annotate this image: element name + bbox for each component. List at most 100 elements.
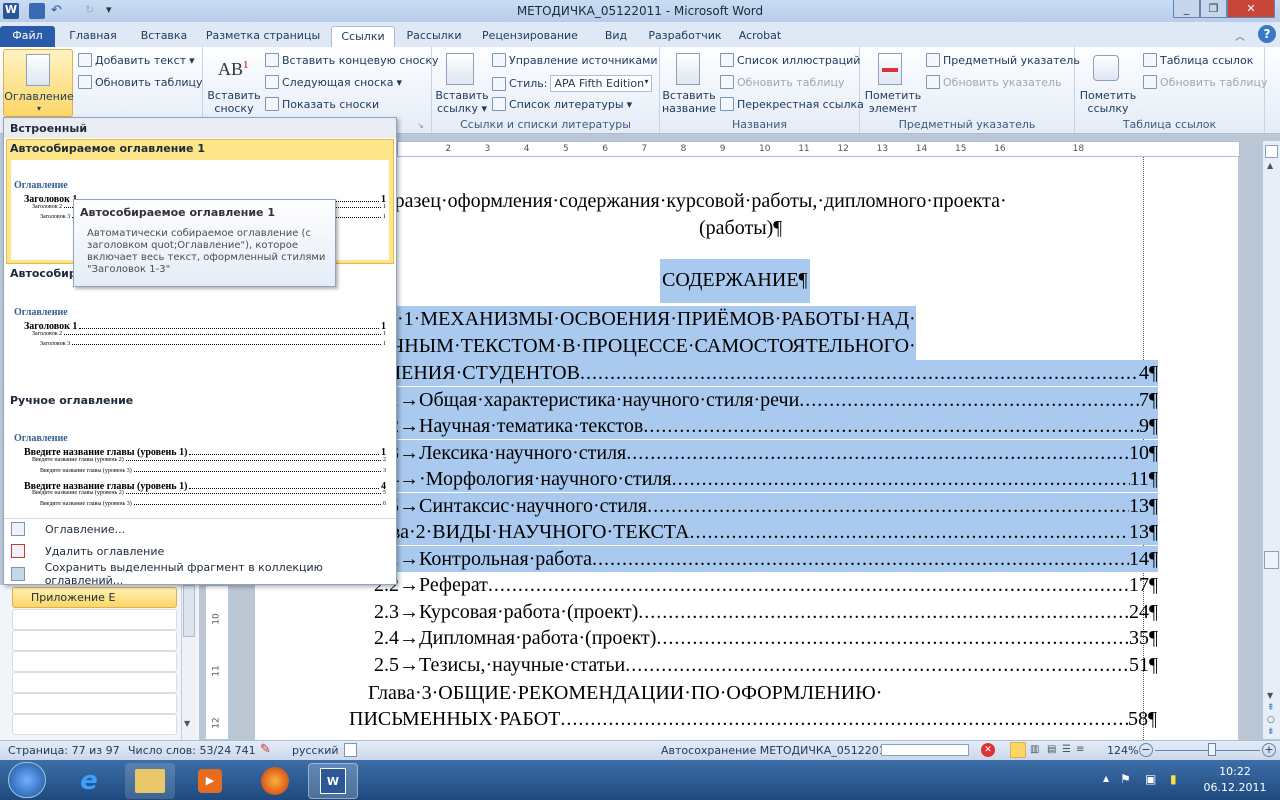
macro-record-icon[interactable] — [344, 743, 357, 757]
zoom-slider-thumb[interactable] — [1208, 743, 1216, 756]
zoom-level[interactable]: 124% — [1107, 744, 1138, 757]
toc-entry[interactable]: 2.4→Дипломная·работа·(проект) 35¶ — [350, 625, 1158, 651]
word-count[interactable]: Число слов: 53/24 741 — [128, 744, 256, 757]
minimize-button[interactable]: _ — [1173, 0, 1200, 18]
toc-entry[interactable]: 1.2→Научная·тематика·текстов 9¶ — [350, 413, 1158, 439]
tab-home[interactable]: Главная — [62, 26, 124, 47]
clock[interactable]: 10:22 06.12.2011 — [1200, 764, 1270, 796]
toc-entry[interactable]: 2.1→Контрольная·работа 14¶ — [350, 545, 1158, 572]
language[interactable]: русский — [292, 744, 339, 757]
insert-endnote-button[interactable]: Вставить концевую сноску — [265, 53, 439, 67]
table-of-figures-button[interactable]: Список иллюстраций — [720, 53, 860, 67]
manage-sources-button[interactable]: Управление источниками — [492, 53, 658, 67]
tab-file[interactable]: Файл — [0, 26, 55, 47]
nav-heading-item[interactable] — [12, 651, 177, 672]
tab-acrobat[interactable]: Acrobat — [730, 26, 790, 47]
tab-mailings[interactable]: Рассылки — [403, 26, 465, 47]
help-icon[interactable]: ? — [1258, 25, 1276, 43]
next-page-icon[interactable]: ⇟ — [1267, 727, 1275, 737]
toc-entry[interactable]: Глава·2·ВИДЫ·НАУЧНОГО·ТЕКСТА 13¶ — [350, 519, 1158, 545]
network-icon[interactable]: ▣ — [1145, 772, 1156, 786]
explorer-icon[interactable] — [125, 763, 175, 799]
show-notes-button[interactable]: Показать сноски — [265, 97, 379, 111]
tab-developer[interactable]: Разработчик — [645, 26, 725, 47]
next-footnote-button[interactable]: Следующая сноска ▾ — [265, 75, 402, 89]
menu-item-save-selection[interactable]: Сохранить выделенный фрагмент в коллекци… — [4, 561, 396, 587]
update-authorities-button[interactable]: Обновить таблицу — [1143, 75, 1268, 89]
firefox-icon[interactable] — [250, 763, 300, 799]
nav-heading-item[interactable] — [12, 630, 177, 651]
tab-view[interactable]: Вид — [597, 26, 635, 47]
update-toc-button[interactable]: Обновить таблицу — [78, 75, 203, 89]
toc-entry[interactable]: 2.2→Реферат17¶ — [350, 572, 1158, 598]
mark-entry-button[interactable]: Пометить элемент — [860, 89, 926, 115]
scroll-thumb[interactable] — [1264, 551, 1279, 569]
show-hidden-icons[interactable]: ▲ — [1103, 774, 1109, 783]
menu-item-remove-toc[interactable]: Удалить оглавление — [4, 540, 396, 562]
dialog-launcher-icon[interactable]: ↘ — [417, 121, 424, 130]
nav-heading-item[interactable] — [12, 693, 177, 714]
toc-entry[interactable]: ИЗУЧЕНИЯ·СТУДЕНТОВ4¶ — [350, 360, 1158, 386]
menu-item-toc-dialog[interactable]: Оглавление... — [4, 518, 396, 540]
word-taskbar-icon[interactable]: W — [308, 763, 358, 799]
cross-reference-button[interactable]: Перекрестная ссылка — [720, 97, 864, 111]
maximize-button[interactable]: ❐ — [1200, 0, 1227, 18]
gallery-item-manual-toc[interactable]: Ручное оглавление — [10, 394, 133, 407]
tab-page-layout[interactable]: Разметка страницы — [203, 26, 323, 47]
scroll-up-arrow[interactable]: ▲ — [1267, 161, 1273, 170]
nav-scrollbar[interactable]: ▼ — [181, 585, 196, 740]
style-dropdown[interactable]: APA Fifth Edition ▾ — [550, 75, 653, 92]
add-text-button[interactable]: Добавить текст ▾ — [78, 53, 195, 67]
toc-entry[interactable]: 1.1→Общая·характеристика·научного·стиля·… — [350, 386, 1158, 413]
ruler-toggle-icon[interactable] — [1265, 145, 1278, 158]
power-icon[interactable]: ▮ — [1170, 772, 1177, 786]
toc-entry[interactable]: 1.3→Лексика·научного·стиля 10¶ — [350, 439, 1158, 466]
internet-explorer-icon[interactable]: e — [64, 763, 114, 799]
nav-heading-item[interactable] — [12, 714, 177, 735]
action-center-icon[interactable]: ⚑ — [1120, 772, 1131, 786]
toc-entry[interactable]: 2.5→Тезисы,·научные·статьи 51¶ — [350, 652, 1158, 678]
document-page[interactable]: Образец·оформления·содержания·курсовой·р… — [255, 157, 1238, 740]
nav-heading-item[interactable]: Приложение Е — [12, 587, 177, 608]
toc-preview-2[interactable]: Оглавление Заголовок 1 1 Заголовок 2 1 Заголо… — [4, 307, 396, 357]
insert-authorities-button[interactable]: Таблица ссылок — [1143, 53, 1253, 67]
nav-scroll-thumb[interactable] — [183, 585, 195, 637]
insert-citation-button[interactable]: Вставить ссылку ▾ — [434, 89, 490, 115]
prev-page-icon[interactable]: ⇞ — [1267, 703, 1275, 713]
mark-citation-button[interactable]: Пометить ссылку — [1075, 89, 1141, 115]
toc-entry[interactable]: 1.5→Синтаксис·научного·стиля 13¶ — [350, 492, 1158, 519]
vertical-ruler[interactable]: 10 11 12 — [205, 585, 229, 740]
cancel-autosave-icon[interactable]: ✕ — [981, 743, 995, 757]
tab-references[interactable]: Ссылки — [331, 26, 395, 47]
print-layout-icon[interactable] — [1010, 742, 1026, 758]
draft-icon[interactable]: ≡ — [1076, 744, 1084, 755]
insert-footnote-button[interactable]: Вставить сноску — [205, 89, 263, 115]
zoom-out-button[interactable]: − — [1139, 743, 1153, 757]
horizontal-ruler[interactable]: 2 3 4 5 6 7 8 9 10 11 12 13 14 15 16 18 — [397, 141, 1240, 157]
scroll-down-arrow[interactable]: ▼ — [1267, 691, 1273, 700]
outline-icon[interactable]: ☰ — [1062, 744, 1071, 755]
insert-index-button[interactable]: Предметный указатель — [926, 53, 1080, 67]
toc-preview-3[interactable]: Оглавление Введите название главы (уровен… — [4, 433, 396, 513]
page-count[interactable]: Страница: 77 из 97 — [8, 744, 120, 757]
insert-caption-button[interactable]: Вставить название — [660, 89, 718, 115]
bibliography-button[interactable]: Список литературы ▾ — [492, 97, 632, 111]
media-player-icon[interactable]: ▶ — [185, 763, 235, 799]
toc-button[interactable]: Оглавление ▾ — [3, 49, 74, 117]
tab-insert[interactable]: Вставка — [134, 26, 194, 47]
vertical-scrollbar[interactable]: ▲ ▼ ⇞ ○ ⇟ — [1262, 141, 1280, 739]
browse-object-icon[interactable]: ○ — [1267, 715, 1275, 725]
collapse-ribbon-icon[interactable]: ︿ — [1235, 28, 1245, 43]
start-button[interactable] — [8, 762, 46, 798]
update-index-button[interactable]: Обновить указатель — [926, 75, 1062, 89]
nav-heading-item[interactable] — [12, 609, 177, 630]
toc-entry[interactable]: 2.3→Курсовая·работа·(проект) 24¶ — [350, 599, 1158, 625]
nav-heading-item[interactable] — [12, 672, 177, 693]
nav-scroll-down-arrow[interactable]: ▼ — [184, 719, 190, 728]
tab-review[interactable]: Рецензирование — [478, 26, 582, 47]
toc-entry[interactable]: 1.4→·Морфология·научного·стиля 11¶ — [350, 466, 1158, 492]
web-layout-icon[interactable]: ▤ — [1047, 744, 1056, 755]
close-button[interactable]: ✕ — [1227, 0, 1275, 18]
zoom-in-button[interactable]: + — [1262, 743, 1276, 757]
update-figures-button[interactable]: Обновить таблицу — [720, 75, 845, 89]
